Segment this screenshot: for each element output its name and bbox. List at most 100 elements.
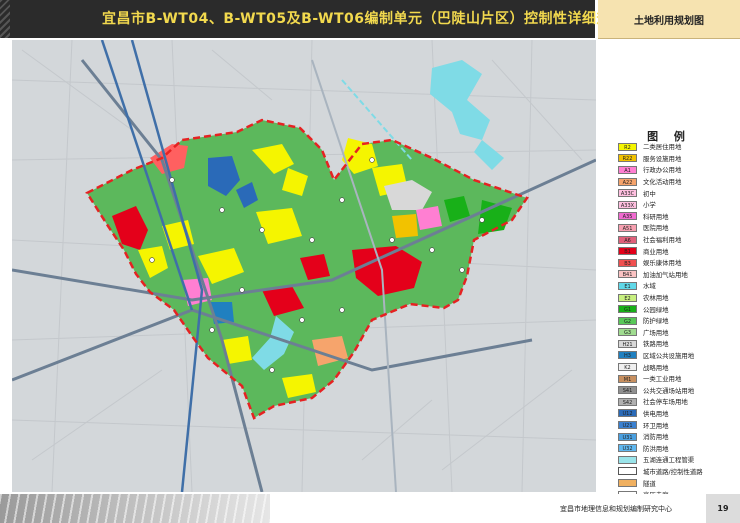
legend-swatch: A33C [618, 189, 637, 198]
legend-swatch: A1 [618, 165, 637, 174]
legend-swatch [618, 467, 637, 476]
legend-item: G1 公园绿地 [618, 303, 738, 315]
legend-label: 供电用地 [643, 409, 669, 418]
legend-label: 防护绿地 [643, 317, 669, 326]
legend-swatch: G1 [618, 305, 637, 314]
legend-swatch: G3 [618, 328, 637, 337]
legend-item: R2 二类居住用地 [618, 141, 738, 153]
legend-label: 水域 [643, 282, 656, 291]
legend-item: H21 铁路用地 [618, 338, 738, 350]
legend-label: 公共交通场站用地 [643, 386, 695, 395]
legend-swatch: R22 [618, 154, 637, 163]
legend-item: A33C 初中 [618, 187, 738, 199]
legend-item: U31 消防用地 [618, 431, 738, 443]
legend-swatch: B1 [618, 247, 637, 256]
legend-label: 五湖连通工程管渠 [643, 456, 695, 465]
legend-item: 五湖连通工程管渠 [618, 454, 738, 466]
legend-item: A51 医院用地 [618, 222, 738, 234]
legend-swatch [618, 479, 637, 488]
legend-item: 隧道 [618, 477, 738, 489]
legend-label: 文化活动用地 [643, 178, 682, 187]
legend-swatch: M1 [618, 374, 637, 383]
legend-label: 城市道路/控制性道路 [643, 467, 703, 476]
legend-item: B41 加油加气站用地 [618, 269, 738, 281]
land-use-map-drawing [12, 40, 596, 492]
map-sheet: 宜昌市B-WT04、B-WT05及B-WT06编制单元（巴陡山片区）控制性详细规… [0, 0, 740, 523]
legend-label: 服务设施用地 [643, 154, 682, 163]
legend-label: 社会停车场用地 [643, 398, 688, 407]
legend-swatch: R2 [618, 142, 637, 151]
map-name-box: 土地利用规划图 [598, 0, 740, 39]
legend-panel: 图 例 R2 二类居住用地 R22 服务设施用地 A1 行政办公用地 A22 文化活动用地 A3… [598, 40, 740, 511]
legend-label: 公园绿地 [643, 305, 669, 314]
legend-item: G2 防护绿地 [618, 315, 738, 327]
header-band: 宜昌市B-WT04、B-WT05及B-WT06编制单元（巴陡山片区）控制性详细规… [0, 0, 625, 38]
legend-item: E2 农林用地 [618, 292, 738, 304]
legend-label: 初中 [643, 189, 656, 198]
legend-label: 商业用地 [643, 247, 669, 256]
legend-label: 医院用地 [643, 224, 669, 233]
header-stripe [0, 0, 10, 38]
legend-label: 铁路用地 [643, 340, 669, 349]
legend-swatch: A22 [618, 177, 637, 186]
legend-label: 一类工业用地 [643, 375, 682, 384]
legend-label: 小学 [643, 201, 656, 210]
legend-swatch: U21 [618, 421, 637, 430]
legend-swatch: U12 [618, 409, 637, 418]
page-number-box: 19 [706, 494, 740, 523]
legend-item: M1 一类工业用地 [618, 373, 738, 385]
legend-item: B3 娱乐康体用地 [618, 257, 738, 269]
legend-label: 环卫用地 [643, 421, 669, 430]
legend-item: H3 区域公共设施用地 [618, 350, 738, 362]
footer-arcs [0, 494, 270, 523]
legend-item: K2 战略用地 [618, 361, 738, 373]
footer-band: 宜昌市地理信息和规划编制研究中心 [0, 494, 740, 523]
legend-swatch: K2 [618, 363, 637, 372]
legend-label: 消防用地 [643, 433, 669, 442]
legend-item: 城市道路/控制性道路 [618, 466, 738, 478]
footer-decoration [0, 494, 270, 523]
zone-a1-east [416, 206, 442, 230]
legend-item: A33X 小学 [618, 199, 738, 211]
legend-swatch: S41 [618, 386, 637, 395]
legend-item: U12 供电用地 [618, 408, 738, 420]
legend-label: 广场用地 [643, 328, 669, 337]
legend-swatch: A33X [618, 200, 637, 209]
legend-swatch [618, 455, 637, 464]
legend-swatch: A51 [618, 223, 637, 232]
legend-item: U21 环卫用地 [618, 419, 738, 431]
legend-item: S42 社会停车场用地 [618, 396, 738, 408]
legend-swatch: U31 [618, 432, 637, 441]
legend-label: 娱乐康体用地 [643, 259, 682, 268]
page-number: 19 [717, 504, 729, 513]
legend-item: A22 文化活动用地 [618, 176, 738, 188]
legend-label: 战略用地 [643, 363, 669, 372]
legend-label: 农林用地 [643, 294, 669, 303]
legend-label: 社会福利用地 [643, 236, 682, 245]
legend-label: 二类居住用地 [643, 143, 682, 152]
legend-swatch: E2 [618, 293, 637, 302]
legend-item: A6 社会福利用地 [618, 234, 738, 246]
land-use-map[interactable] [12, 40, 596, 492]
legend-swatch: G2 [618, 316, 637, 325]
legend-swatch: E1 [618, 281, 637, 290]
map-name: 土地利用规划图 [634, 15, 704, 27]
legend-label: 科研用地 [643, 212, 669, 221]
legend-swatch: B41 [618, 270, 637, 279]
footer-organization: 宜昌市地理信息和规划编制研究中心 [560, 505, 672, 513]
legend-item: E1 水域 [618, 280, 738, 292]
legend-swatch: A6 [618, 235, 637, 244]
legend-item: A35 科研用地 [618, 211, 738, 223]
legend-label: 行政办公用地 [643, 166, 682, 175]
plan-title: 宜昌市B-WT04、B-WT05及B-WT06编制单元（巴陡山片区）控制性详细规… [102, 11, 626, 27]
legend-item: R22 服务设施用地 [618, 153, 738, 165]
legend-item: A1 行政办公用地 [618, 164, 738, 176]
legend-swatch: H21 [618, 339, 637, 348]
legend-swatch: A35 [618, 212, 637, 221]
legend-label: 区域公共设施用地 [643, 351, 695, 360]
legend-label: 隧道 [643, 479, 656, 488]
legend-item: G3 广场用地 [618, 327, 738, 339]
legend-swatch: H3 [618, 351, 637, 360]
legend-swatch: U32 [618, 444, 637, 453]
legend-item: U32 防洪用地 [618, 442, 738, 454]
